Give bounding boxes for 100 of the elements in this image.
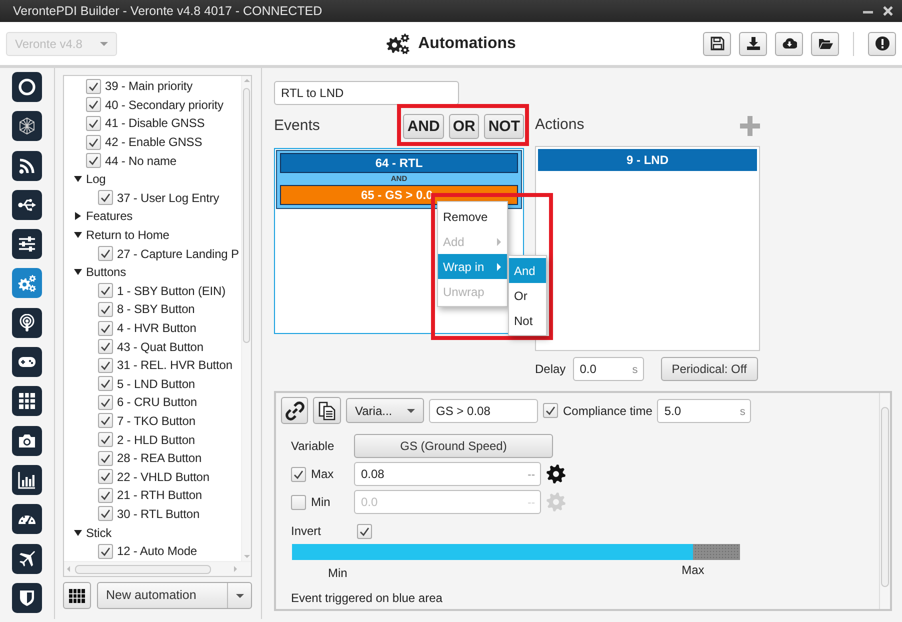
tree-checkbox[interactable] <box>98 246 113 262</box>
tree-checkbox[interactable] <box>98 283 113 298</box>
tree-checkbox[interactable] <box>98 358 113 373</box>
tree-group-label[interactable]: Features <box>86 207 133 226</box>
gears-icon <box>18 274 36 292</box>
broadcast-button[interactable] <box>12 308 42 338</box>
tree-item[interactable]: 8 - SBY Button <box>117 300 195 318</box>
airplane-button[interactable] <box>12 544 42 574</box>
tree-item[interactable]: 22 - VHLD Button <box>117 468 210 486</box>
type-dropdown[interactable]: Varia... <box>346 398 424 423</box>
tree-checkbox[interactable] <box>86 78 101 94</box>
caret-icon[interactable] <box>74 530 82 536</box>
tree-checkbox[interactable] <box>98 413 113 428</box>
tree-checkbox[interactable] <box>98 506 113 522</box>
caret-icon[interactable] <box>74 176 82 182</box>
min-checkbox[interactable] <box>291 494 306 510</box>
rss-button[interactable] <box>12 150 42 181</box>
tree-item[interactable]: 41 - Disable GNSS <box>105 114 205 132</box>
unit-label: -- <box>528 496 535 511</box>
save-button[interactable] <box>703 32 731 56</box>
gears-button[interactable] <box>12 268 42 298</box>
caret-icon[interactable] <box>74 232 82 238</box>
usb-button[interactable] <box>12 190 42 220</box>
caret-icon[interactable] <box>74 269 82 276</box>
vertical-scrollbar[interactable] <box>879 393 890 609</box>
sliders-button[interactable] <box>12 229 42 260</box>
vertical-scrollbar[interactable] <box>241 76 251 561</box>
tree-checkbox[interactable] <box>98 544 113 559</box>
download-button[interactable] <box>739 32 767 56</box>
menu-item[interactable]: Or <box>509 283 546 308</box>
tree-item[interactable]: 40 - Secondary priority <box>105 96 224 114</box>
copy-button[interactable] <box>313 397 341 424</box>
gauge-button[interactable] <box>12 504 42 534</box>
tree-checkbox[interactable] <box>86 134 101 150</box>
logic-button[interactable]: OR <box>448 114 480 139</box>
tree-item[interactable]: 37 - User Log Entry <box>117 188 220 207</box>
periodical-button[interactable]: Periodical: Off <box>660 357 758 381</box>
tree-checkbox[interactable] <box>98 376 113 392</box>
grid-button[interactable] <box>12 386 42 416</box>
bar-chart-button[interactable] <box>12 464 42 495</box>
name-field[interactable]: RTL to LND <box>274 81 459 105</box>
tree-checkbox[interactable] <box>98 394 113 410</box>
tree-group-label[interactable]: Return to Home <box>86 226 170 244</box>
ring-icon <box>18 78 36 96</box>
invert-checkbox[interactable] <box>357 524 372 538</box>
tree-checkbox[interactable] <box>98 450 113 466</box>
tree-item[interactable]: 30 - RTL Button <box>117 504 200 523</box>
max-checkbox[interactable] <box>291 466 306 482</box>
cloud-download-button[interactable] <box>775 32 803 56</box>
tree-checkbox[interactable] <box>98 488 113 503</box>
condition-name-field[interactable]: GS > 0.08 <box>429 398 538 422</box>
delay-label: Delay <box>535 361 566 378</box>
tree-item[interactable]: 31 - REL. HVR Button <box>117 356 232 374</box>
gamepad-button[interactable] <box>12 347 42 378</box>
tree-item[interactable]: 4 - HVR Button <box>117 319 196 338</box>
caret-icon[interactable] <box>75 212 81 220</box>
tree-checkbox[interactable] <box>98 302 113 317</box>
tree-checkbox[interactable] <box>98 190 113 206</box>
tree-checkbox[interactable] <box>98 339 113 354</box>
tree-item[interactable]: 21 - RTH Button <box>117 486 202 504</box>
tree-checkbox[interactable] <box>86 153 101 168</box>
tree-checkbox[interactable] <box>86 116 101 131</box>
tree-group-label[interactable]: Log <box>86 170 106 188</box>
ring-button[interactable] <box>12 72 42 102</box>
new-automation-dropdown[interactable]: New automation <box>97 582 252 609</box>
tree-item[interactable]: 43 - Quat Button <box>117 338 204 356</box>
shield-button[interactable] <box>12 582 42 613</box>
menu-item[interactable]: Not <box>509 308 546 333</box>
tree-checkbox[interactable] <box>98 320 113 336</box>
tree-item[interactable]: 6 - CRU Button <box>117 393 197 412</box>
open-folder-button[interactable] <box>811 32 839 56</box>
variable-button[interactable]: GS (Ground Speed) <box>354 434 553 458</box>
tree-group-label[interactable]: Buttons <box>86 263 126 282</box>
tree-item[interactable]: 27 - Capture Landing P <box>117 244 239 263</box>
link-button[interactable] <box>281 397 308 424</box>
tree-checkbox[interactable] <box>86 97 101 112</box>
tree-checkbox[interactable] <box>98 432 113 448</box>
tree-item[interactable]: 12 - Auto Mode <box>117 542 197 560</box>
logic-button[interactable]: NOT <box>484 114 524 139</box>
tree-item[interactable]: 28 - REA Button <box>117 449 202 468</box>
action-item[interactable]: 9 - LND <box>538 149 757 171</box>
tree-item[interactable]: 2 - HLD Button <box>117 430 195 449</box>
tree-item[interactable]: 5 - LND Button <box>117 374 195 393</box>
tree-item[interactable]: 42 - Enable GNSS <box>105 133 202 152</box>
tree-group-label[interactable]: Stick <box>86 524 112 542</box>
menu-item[interactable]: Remove <box>438 204 507 229</box>
tree-item[interactable]: 44 - No name <box>105 152 177 170</box>
hexagon-button[interactable] <box>12 111 42 142</box>
compliance-checkbox[interactable] <box>543 403 558 418</box>
check-icon <box>359 526 370 536</box>
horizontal-scrollbar[interactable] <box>64 561 251 576</box>
alert-button[interactable] <box>868 32 896 56</box>
event-item[interactable]: 64 - RTL <box>280 153 518 173</box>
tree-item[interactable]: 1 - SBY Button (EIN) <box>117 282 226 300</box>
tree-checkbox[interactable] <box>98 469 113 484</box>
grid-button[interactable] <box>63 582 91 609</box>
tree-item[interactable]: 7 - TKO Button <box>117 412 196 430</box>
logic-button[interactable]: AND <box>403 114 444 139</box>
camera-button[interactable] <box>12 426 42 456</box>
tree-item[interactable]: 39 - Main priority <box>105 77 193 96</box>
